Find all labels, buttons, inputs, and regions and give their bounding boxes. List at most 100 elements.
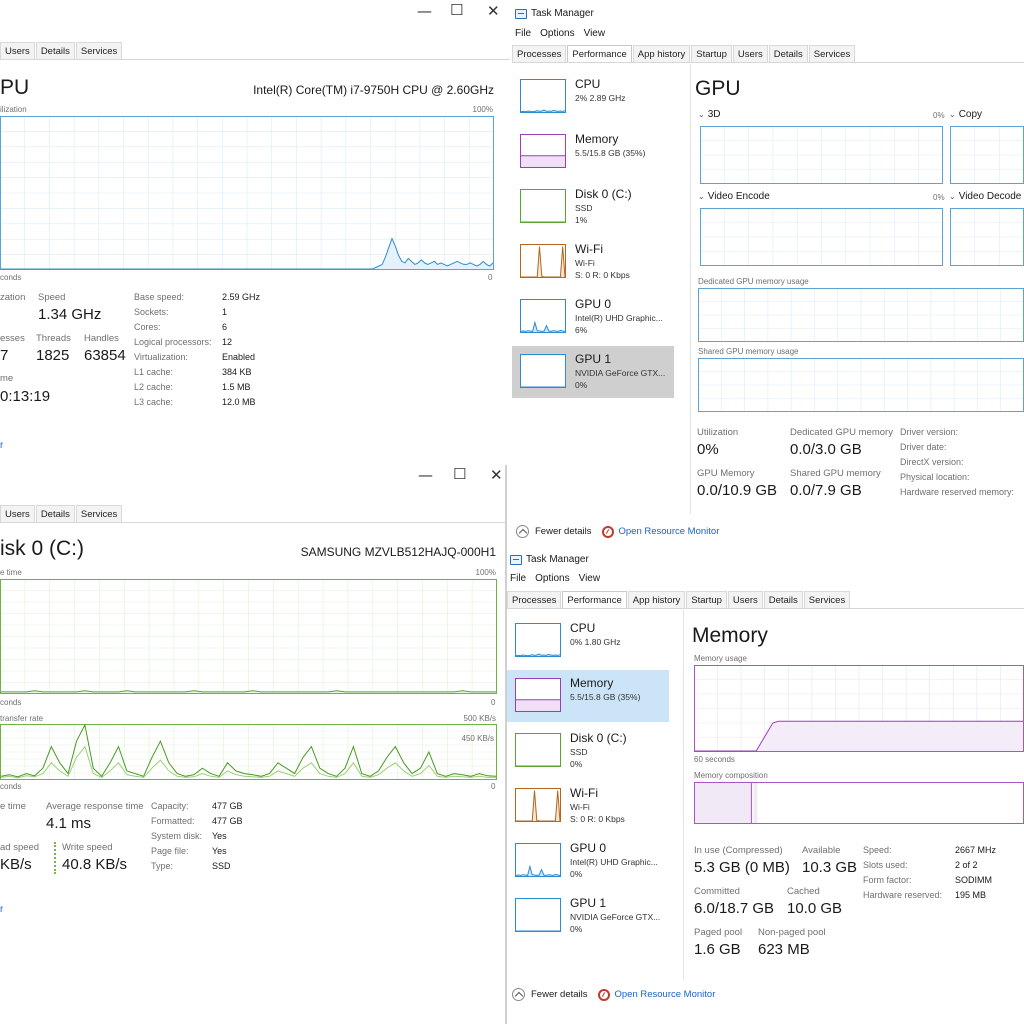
sidebar-item-gpu-0[interactable]: GPU 0 Intel(R) UHD Graphic... 0%: [507, 835, 669, 887]
sidebar-item-wi-fi[interactable]: Wi-Fi Wi-Fi S: 0 R: 0 Kbps: [507, 780, 669, 832]
resource-monitor-icon: [597, 988, 610, 1001]
maximize-button[interactable]: ☐: [450, 1, 463, 19]
menu-view[interactable]: View: [584, 28, 606, 39]
open-resource-monitor-link[interactable]: Open Resource Monitor: [615, 989, 716, 1000]
tab-users[interactable]: Users: [0, 505, 35, 522]
engine-video-encode-label[interactable]: ⌄ Video Encode: [698, 191, 770, 202]
sidebar-item-detail: 1%: [575, 215, 588, 225]
resource-monitor-link-fragment[interactable]: r: [0, 440, 3, 451]
sidebar-item-cpu[interactable]: CPU 2% 2.89 GHz: [512, 71, 674, 123]
sidebar-item-disk-0-c[interactable]: Disk 0 (C:) SSD 0%: [507, 725, 669, 777]
tab-services[interactable]: Services: [75, 42, 123, 59]
tab-performance[interactable]: Performance: [567, 45, 632, 62]
menu-file[interactable]: File: [515, 28, 531, 39]
shared-memory-graph-label: Shared GPU memory usage: [698, 347, 799, 356]
sidebar-item-gpu-0[interactable]: GPU 0 Intel(R) UHD Graphic... 6%: [512, 291, 674, 343]
spec-key: Page file:: [151, 846, 189, 856]
engine-video-decode-label[interactable]: ⌄ Video Decode: [949, 191, 1021, 202]
title-bar: Task Manager: [515, 8, 594, 19]
gpu-copy-graph: [950, 126, 1024, 184]
sidebar-item-detail: S: 0 R: 0 Kbps: [570, 814, 625, 824]
tab-app-history[interactable]: App history: [632, 45, 691, 62]
tab-startup[interactable]: Startup: [686, 591, 727, 608]
paged-pool-label: Paged pool: [694, 927, 743, 938]
tab-startup[interactable]: Startup: [691, 45, 732, 62]
close-button[interactable]: ✕: [487, 2, 500, 20]
tab-details[interactable]: Details: [35, 505, 75, 522]
graph-time-right-2: 0: [491, 782, 496, 791]
thumb-frame: [520, 189, 566, 223]
sidebar-item-gpu-1[interactable]: GPU 1 NVIDIA GeForce GTX... 0%: [512, 346, 674, 398]
graph-label: ilization: [0, 105, 27, 114]
fewer-details-button[interactable]: Fewer details: [531, 989, 588, 1000]
utilization-value: 0%: [697, 441, 719, 458]
sidebar-item-detail: 6%: [575, 325, 588, 335]
committed-value: 6.0/18.7 GB: [694, 900, 775, 917]
uptime-value: 0:13:19: [0, 388, 51, 405]
gpu-memory-value: 0.0/10.9 GB: [697, 482, 778, 499]
spec-value: 6: [222, 322, 228, 332]
active-time-label: e time: [0, 801, 26, 812]
utilization-label: zation: [0, 292, 26, 303]
uptime-label: me: [0, 373, 14, 384]
maximize-button[interactable]: ☐: [453, 465, 466, 483]
menu-file[interactable]: File: [510, 573, 526, 584]
spec-key: Hardware reserved:: [863, 890, 943, 900]
resource-monitor-link-fragment[interactable]: r: [0, 904, 3, 915]
shared-memory-graph: [698, 358, 1024, 412]
tab-details[interactable]: Details: [35, 42, 75, 59]
sidebar-item-cpu[interactable]: CPU 0% 1.80 GHz: [507, 615, 669, 667]
sidebar-item-memory[interactable]: Memory 5.5/15.8 GB (35%): [507, 670, 669, 722]
sidebar-item-memory[interactable]: Memory 5.5/15.8 GB (35%): [512, 126, 674, 178]
menu-view[interactable]: View: [579, 573, 601, 584]
collapse-chevron-icon[interactable]: [516, 525, 529, 538]
tab-details[interactable]: Details: [763, 591, 803, 608]
sidebar-item-detail: 0%: [575, 380, 588, 390]
menu-options[interactable]: Options: [540, 28, 574, 39]
tab-app-history[interactable]: App history: [627, 591, 686, 608]
sidebar-item-title: Wi-Fi: [570, 786, 598, 800]
disk-model-name: SAMSUNG MZVLB512HAJQ-000H1: [300, 545, 496, 559]
collapse-chevron-icon[interactable]: [512, 988, 525, 1001]
app-title: Task Manager: [531, 8, 594, 19]
shared-gpu-memory-label: Shared GPU memory: [790, 468, 881, 479]
spec-value: 195 MB: [955, 890, 987, 900]
processes-label: esses: [0, 333, 25, 344]
tab-users[interactable]: Users: [0, 42, 35, 59]
tab-performance[interactable]: Performance: [562, 591, 627, 608]
sidebar-item-disk-0-c[interactable]: Disk 0 (C:) SSD 1%: [512, 181, 674, 233]
close-button[interactable]: ✕: [490, 466, 503, 484]
tab-services[interactable]: Services: [803, 591, 851, 608]
thumb-series-area: [516, 699, 560, 711]
graph-time-left: conds: [0, 273, 22, 282]
cached-value: 10.0 GB: [787, 900, 843, 917]
tab-users[interactable]: Users: [732, 45, 768, 62]
response-time-value: 4.1 ms: [46, 815, 92, 832]
minimize-button[interactable]: —: [417, 2, 432, 20]
fewer-details-button[interactable]: Fewer details: [535, 526, 592, 537]
sidebar-item-title: GPU 0: [570, 841, 607, 855]
open-resource-monitor-link[interactable]: Open Resource Monitor: [619, 526, 720, 537]
spec-key: Sockets:: [134, 307, 169, 317]
chevron-down-icon: ⌄: [949, 192, 956, 201]
memory-composition-label: Memory composition: [694, 771, 768, 780]
sidebar-item-subtitle: 5.5/15.8 GB (35%): [575, 148, 646, 158]
tab-services[interactable]: Services: [75, 505, 123, 522]
sidebar-item-wi-fi[interactable]: Wi-Fi Wi-Fi S: 0 R: 0 Kbps: [512, 236, 674, 288]
in-use-label: In use (Compressed): [694, 845, 783, 856]
write-speed-label: Write speed: [62, 842, 113, 853]
tab-bar: Processes Performance App history Startu…: [507, 591, 1024, 609]
tab-services[interactable]: Services: [808, 45, 856, 62]
engine-copy-label[interactable]: ⌄ Copy: [949, 109, 982, 120]
tab-processes[interactable]: Processes: [512, 45, 567, 62]
menu-options[interactable]: Options: [535, 573, 569, 584]
tab-details[interactable]: Details: [768, 45, 808, 62]
spec-key: L3 cache:: [134, 397, 174, 407]
tab-processes[interactable]: Processes: [507, 591, 562, 608]
minimize-button[interactable]: —: [418, 466, 433, 484]
sidebar-item-gpu-1[interactable]: GPU 1 NVIDIA GeForce GTX... 0%: [507, 890, 669, 942]
sidebar-item-subtitle: 5.5/15.8 GB (35%): [570, 692, 641, 702]
engine-3d-label[interactable]: ⌄ 3D: [698, 109, 721, 120]
threads-value: 1825: [36, 347, 70, 364]
tab-users[interactable]: Users: [727, 591, 763, 608]
